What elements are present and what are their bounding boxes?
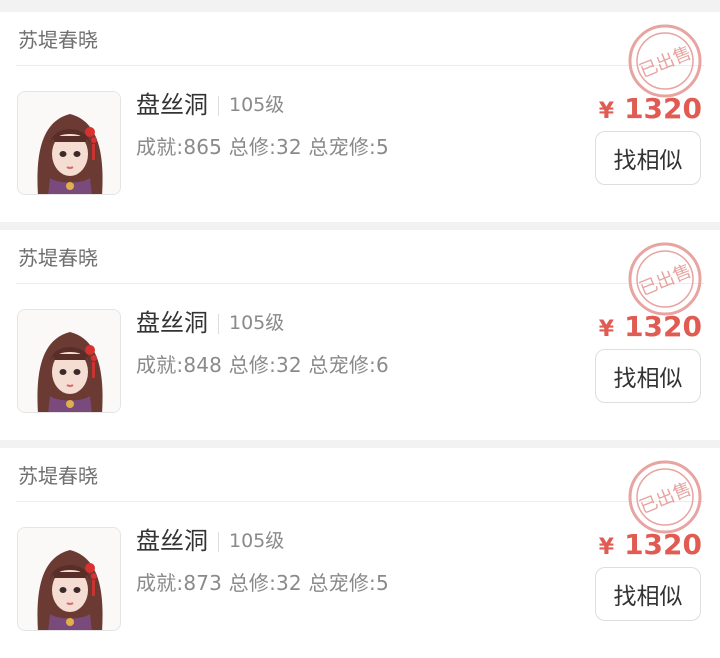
separator [218, 96, 219, 116]
find-similar-button[interactable]: 找相似 [595, 349, 701, 403]
stats-text: 成就:865 总修:32 总宠修:5 [136, 135, 389, 159]
divider [16, 501, 704, 502]
price-value: 1320 [624, 92, 702, 125]
level: 105级 [229, 94, 285, 116]
divider [16, 283, 704, 284]
character-avatar[interactable] [17, 309, 121, 413]
character-avatar[interactable] [17, 527, 121, 631]
server-name: 苏堤春晓 [18, 246, 98, 270]
server-name: 苏堤春晓 [18, 464, 98, 488]
divider [16, 65, 704, 66]
stamp-text: 已出售 [637, 479, 695, 519]
price: ¥1320 [599, 92, 702, 129]
find-similar-button[interactable]: 找相似 [595, 567, 701, 621]
level: 105级 [229, 312, 285, 334]
price: ¥1320 [599, 310, 702, 347]
top-gap [0, 0, 720, 12]
price: ¥1320 [599, 528, 702, 565]
listing-card[interactable]: 苏堤春晓 已出售 盘丝洞 105级 成就:873 总修:32 总宠修:5 ¥13… [0, 448, 720, 658]
separator [218, 532, 219, 552]
listing-card[interactable]: 苏堤春晓 已出售 盘丝洞 105级 成就:848 总修:32 总宠修:6 ¥13… [0, 230, 720, 440]
currency-symbol: ¥ [598, 317, 615, 342]
listing-card[interactable]: 苏堤春晓 已出售 盘丝洞 105级 成就:865 总修:32 总宠修:5 ¥13… [0, 12, 720, 222]
stats-text: 成就:873 总修:32 总宠修:5 [136, 571, 389, 595]
sold-stamp-icon: 已出售 [626, 240, 704, 318]
price-value: 1320 [624, 528, 702, 561]
currency-symbol: ¥ [598, 535, 615, 560]
price-value: 1320 [624, 310, 702, 343]
separator [218, 314, 219, 334]
school-name: 盘丝洞 [136, 527, 208, 555]
school-name: 盘丝洞 [136, 309, 208, 337]
stats-text: 成就:848 总修:32 总宠修:6 [136, 353, 389, 377]
character-avatar[interactable] [17, 91, 121, 195]
school-name: 盘丝洞 [136, 91, 208, 119]
stamp-text: 已出售 [637, 43, 695, 83]
sold-stamp-icon: 已出售 [626, 458, 704, 536]
currency-symbol: ¥ [598, 99, 615, 124]
stamp-text: 已出售 [637, 261, 695, 301]
find-similar-button[interactable]: 找相似 [595, 131, 701, 185]
level: 105级 [229, 530, 285, 552]
server-name: 苏堤春晓 [18, 28, 98, 52]
sold-stamp-icon: 已出售 [626, 22, 704, 100]
